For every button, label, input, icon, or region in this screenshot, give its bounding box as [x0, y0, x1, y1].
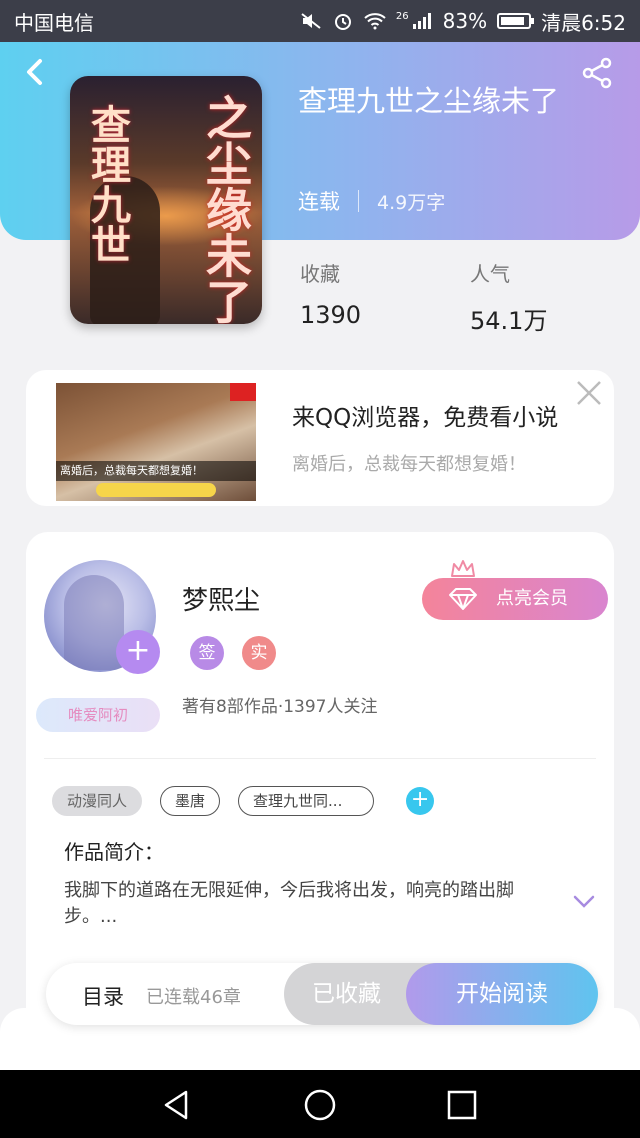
collections-stat: 收藏 1390	[300, 258, 361, 329]
cover-title-left: 查理九世	[84, 104, 131, 264]
book-cover[interactable]: 查理九世 之尘缘未了	[70, 76, 262, 324]
network-type: 26	[395, 10, 409, 22]
intro-text: 我脚下的道路在无限延伸，今后我将出发，响亮的踏出脚步。...	[64, 880, 514, 927]
real-name-badge: 实	[242, 636, 276, 670]
intro-heading: 作品简介：	[64, 840, 164, 864]
action-bar: 目录 已连载46章 已收藏 开始阅读	[46, 963, 598, 1025]
meta-divider	[358, 190, 359, 212]
vip-label: 点亮会员	[496, 588, 568, 609]
battery-percent: 83%	[442, 9, 488, 33]
tag-chip[interactable]: 动漫同人	[52, 786, 143, 816]
crown-icon	[451, 560, 475, 577]
add-tag-button[interactable]: +	[406, 787, 435, 815]
clock: 清晨6:52	[541, 10, 626, 35]
diamond-icon	[449, 588, 477, 610]
ad-subtitle: 离婚后，总裁每天都想复婚！	[292, 454, 526, 475]
chevron-down-icon[interactable]	[572, 894, 596, 910]
book-title: 查理九世之尘缘未了	[298, 84, 560, 118]
nav-recents-icon[interactable]	[445, 1088, 479, 1122]
popularity-label: 人气	[470, 262, 510, 286]
word-count: 4.9万字	[377, 191, 446, 214]
ad-banner[interactable]: 离婚后，总裁每天都想复婚！ 来QQ浏览器，免费看小说 离婚后，总裁每天都想复婚！	[26, 370, 614, 506]
nav-back-icon[interactable]	[160, 1088, 194, 1122]
start-reading-button[interactable]: 开始阅读	[406, 963, 598, 1025]
fan-badge: 唯爱阿初	[36, 698, 160, 732]
ad-image-caption: 离婚后，总裁每天都想复婚！	[56, 461, 256, 481]
avatar-figure	[64, 575, 124, 670]
status-bar: 中国电信 26 83% 清晨6:52	[0, 0, 640, 42]
follow-plus-button[interactable]: +	[116, 630, 160, 674]
book-meta: 连载 4.9万字	[298, 186, 445, 216]
cover-title-right: 之尘缘未了	[199, 94, 253, 324]
collections-label: 收藏	[300, 262, 340, 286]
carrier-name: 中国电信	[14, 10, 94, 35]
author-stats: 著有8部作品·1397人关注	[182, 697, 378, 717]
signal-icon	[412, 13, 431, 29]
collections-value: 1390	[300, 301, 362, 329]
vip-button[interactable]: 点亮会员	[422, 578, 608, 620]
sign-badge: 签	[190, 636, 224, 670]
back-arrow-icon[interactable]	[22, 58, 50, 86]
chapter-status: 已连载46章	[146, 987, 241, 1008]
ad-image[interactable]: 离婚后，总裁每天都想复婚！	[56, 383, 256, 501]
toc-button[interactable]: 目录	[82, 981, 124, 1011]
nav-home-icon[interactable]	[303, 1088, 337, 1122]
tag-chip[interactable]: 查理九世同...	[238, 786, 375, 816]
close-icon[interactable]	[574, 378, 604, 408]
author-name[interactable]: 梦熙尘	[182, 580, 260, 617]
popularity-stat: 人气 54.1万	[470, 258, 547, 336]
battery-icon	[497, 13, 535, 29]
author-card: + 唯爱阿初 梦熙尘 签 实 著有8部作品·1397人关注 点亮会员 动漫同人 …	[26, 532, 614, 1032]
author-badges: 签 实	[190, 636, 276, 670]
popularity-value: 54.1万	[470, 307, 548, 335]
ad-image-tag	[230, 383, 256, 401]
wifi-icon	[364, 13, 386, 30]
serial-status: 连载	[298, 190, 340, 214]
system-nav-bar	[0, 1070, 640, 1138]
tag-list: 动漫同人 墨唐 查理九世同... +	[52, 786, 435, 816]
ad-image-button	[96, 483, 216, 497]
status-icons: 26 83% 清晨6:52	[300, 7, 626, 36]
divider	[44, 758, 596, 759]
tag-chip[interactable]: 墨唐	[160, 786, 221, 816]
ad-title: 来QQ浏览器，免费看小说	[292, 405, 559, 431]
alarm-icon	[334, 14, 351, 30]
mute-icon	[301, 13, 321, 29]
